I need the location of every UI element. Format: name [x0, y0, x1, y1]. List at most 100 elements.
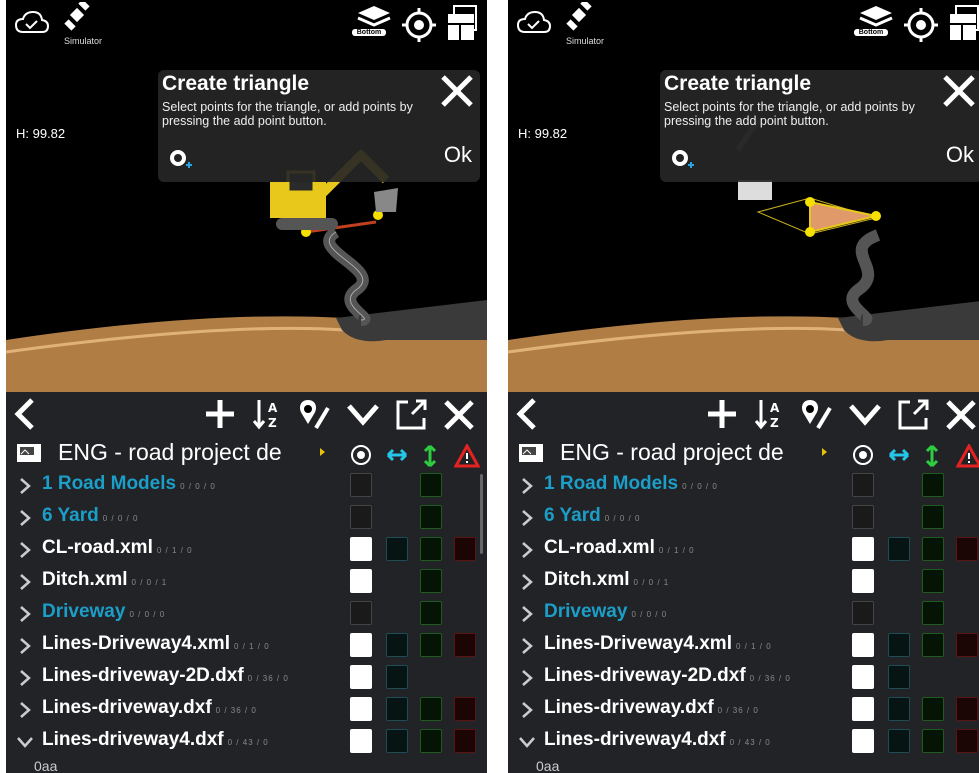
visibility-eye-icon[interactable]: [350, 444, 372, 466]
horizontal-toggle[interactable]: [386, 729, 408, 753]
window-layout-icon[interactable]: [446, 4, 478, 42]
map-pin-edit-icon[interactable]: [296, 398, 330, 432]
cloud-check-icon[interactable]: [14, 10, 50, 36]
close-panel-icon[interactable]: [944, 398, 978, 432]
chevron-right-icon[interactable]: [16, 573, 34, 591]
vertical-toggle[interactable]: [922, 505, 944, 529]
chevron-right-icon[interactable]: [16, 637, 34, 655]
warning-icon[interactable]: [454, 444, 480, 468]
warning-toggle[interactable]: [956, 537, 978, 561]
horizontal-arrows-icon[interactable]: [886, 444, 912, 466]
vertical-toggle[interactable]: [420, 729, 442, 753]
chevron-right-icon[interactable]: [518, 477, 536, 495]
map-pin-edit-icon[interactable]: [798, 398, 832, 432]
vertical-toggle[interactable]: [922, 729, 944, 753]
horizontal-toggle[interactable]: [888, 633, 910, 657]
visibility-toggle[interactable]: [350, 697, 372, 721]
layer-list-item[interactable]: Lines-Driveway4.xml 0 / 1 / 0: [6, 630, 487, 662]
open-external-icon[interactable]: [394, 398, 428, 432]
chevron-down-icon[interactable]: [518, 733, 536, 751]
vertical-toggle[interactable]: [420, 505, 442, 529]
visibility-toggle[interactable]: [350, 505, 372, 529]
layer-list-item[interactable]: 6 Yard 0 / 0 / 0: [508, 502, 979, 534]
satellite-icon[interactable]: [566, 2, 592, 32]
partial-list-item[interactable]: 0aa: [34, 758, 57, 773]
visibility-toggle[interactable]: [852, 601, 874, 625]
visibility-toggle[interactable]: [852, 569, 874, 593]
horizontal-toggle[interactable]: [888, 665, 910, 689]
vertical-toggle[interactable]: [420, 601, 442, 625]
layer-list-item[interactable]: Lines-driveway.dxf 0 / 36 / 0: [508, 694, 979, 726]
warning-toggle[interactable]: [454, 729, 476, 753]
horizontal-arrows-icon[interactable]: [384, 444, 410, 466]
layer-list-item[interactable]: Driveway 0 / 0 / 0: [6, 598, 487, 630]
warning-toggle[interactable]: [454, 633, 476, 657]
visibility-toggle[interactable]: [852, 537, 874, 561]
chevron-right-icon[interactable]: [518, 541, 536, 559]
expand-chevron-icon[interactable]: [848, 398, 882, 430]
layer-list-item[interactable]: Lines-driveway-2D.dxf 0 / 36 / 0: [6, 662, 487, 694]
satellite-icon[interactable]: [64, 2, 90, 32]
vertical-toggle[interactable]: [420, 473, 442, 497]
visibility-toggle[interactable]: [350, 537, 372, 561]
window-layout-icon[interactable]: [948, 4, 979, 42]
chevron-right-icon[interactable]: [16, 605, 34, 623]
close-icon[interactable]: [440, 74, 474, 108]
layer-list-item[interactable]: CL-road.xml 0 / 1 / 0: [6, 534, 487, 566]
layer-list-item[interactable]: Lines-Driveway4.xml 0 / 1 / 0: [508, 630, 979, 662]
visibility-toggle[interactable]: [852, 697, 874, 721]
warning-toggle[interactable]: [956, 633, 978, 657]
vertical-toggle[interactable]: [922, 633, 944, 657]
chevron-right-icon[interactable]: [16, 509, 34, 527]
horizontal-toggle[interactable]: [888, 697, 910, 721]
layer-list-item[interactable]: CL-road.xml 0 / 1 / 0: [508, 534, 979, 566]
horizontal-toggle[interactable]: [888, 537, 910, 561]
warning-icon[interactable]: [956, 444, 979, 468]
visibility-toggle[interactable]: [350, 473, 372, 497]
chevron-right-icon[interactable]: [518, 573, 536, 591]
vertical-toggle[interactable]: [420, 633, 442, 657]
ok-button[interactable]: Ok: [444, 142, 472, 168]
horizontal-toggle[interactable]: [386, 537, 408, 561]
visibility-eye-icon[interactable]: [852, 444, 874, 466]
layer-list-item[interactable]: 1 Road Models 0 / 0 / 0: [6, 470, 487, 502]
warning-toggle[interactable]: [956, 697, 978, 721]
visibility-toggle[interactable]: [350, 729, 372, 753]
vertical-toggle[interactable]: [922, 473, 944, 497]
layer-list-item[interactable]: Lines-driveway.dxf 0 / 36 / 0: [6, 694, 487, 726]
horizontal-toggle[interactable]: [386, 665, 408, 689]
horizontal-toggle[interactable]: [888, 729, 910, 753]
visibility-toggle[interactable]: [350, 633, 372, 657]
partial-list-item[interactable]: 0aa: [536, 758, 559, 773]
warning-toggle[interactable]: [454, 537, 476, 561]
add-point-icon[interactable]: [670, 148, 696, 174]
chevron-down-icon[interactable]: [16, 733, 34, 751]
layer-list-item[interactable]: 6 Yard 0 / 0 / 0: [6, 502, 487, 534]
visibility-toggle[interactable]: [350, 665, 372, 689]
layer-list-item[interactable]: Lines-driveway-2D.dxf 0 / 36 / 0: [508, 662, 979, 694]
chevron-right-icon[interactable]: [518, 701, 536, 719]
layer-list-item[interactable]: Ditch.xml 0 / 0 / 1: [508, 566, 979, 598]
visibility-toggle[interactable]: [350, 569, 372, 593]
chevron-right-icon[interactable]: [16, 701, 34, 719]
project-header[interactable]: ENG - road project de: [508, 436, 979, 468]
cloud-check-icon[interactable]: [516, 10, 552, 36]
visibility-toggle[interactable]: [852, 665, 874, 689]
add-icon[interactable]: [706, 398, 738, 430]
scrollbar[interactable]: [480, 474, 483, 554]
chevron-right-icon[interactable]: [518, 637, 536, 655]
horizontal-toggle[interactable]: [386, 633, 408, 657]
open-external-icon[interactable]: [896, 398, 930, 432]
visibility-toggle[interactable]: [852, 505, 874, 529]
locate-target-icon[interactable]: [904, 8, 938, 42]
layer-list-item[interactable]: Lines-driveway4.dxf 0 / 43 / 0: [508, 726, 979, 758]
ok-button[interactable]: Ok: [946, 142, 974, 168]
vertical-arrows-icon[interactable]: [422, 444, 438, 468]
sort-az-icon[interactable]: AZ: [252, 398, 284, 430]
close-panel-icon[interactable]: [442, 398, 476, 432]
vertical-toggle[interactable]: [420, 697, 442, 721]
locate-target-icon[interactable]: [402, 8, 436, 42]
vertical-toggle[interactable]: [922, 601, 944, 625]
chevron-right-icon[interactable]: [16, 477, 34, 495]
expand-chevron-icon[interactable]: [346, 398, 380, 430]
